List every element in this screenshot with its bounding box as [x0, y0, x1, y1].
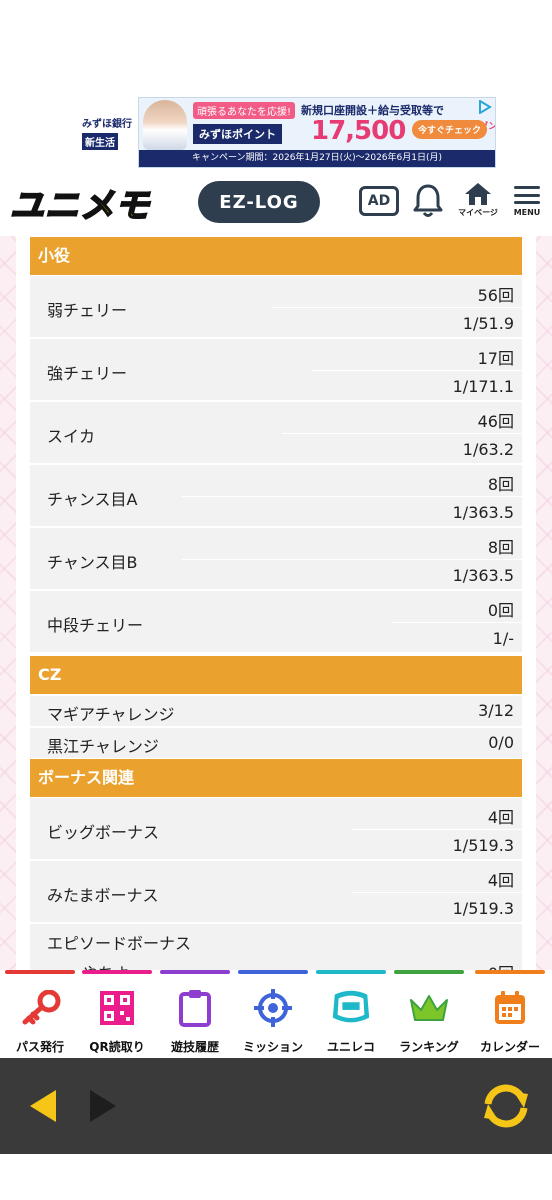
- stat-row: スイカ 46回 1/63.2: [30, 402, 522, 463]
- stat-label: 中段チェリー: [47, 616, 144, 635]
- section-header-bonus: ボーナス関連: [30, 759, 522, 797]
- section-header-koyaku: 小役: [30, 237, 522, 275]
- tab-label: ランキング: [399, 1040, 459, 1054]
- stat-row: マギアチャレンジ 3/12: [30, 696, 522, 726]
- tab-label: ユニレコ: [326, 1040, 375, 1054]
- stat-label: 黒江チャレンジ: [47, 737, 159, 756]
- stat-label: マギアチャレンジ: [47, 705, 175, 724]
- stat-row: チャンス目A 8回 1/363.5: [30, 465, 522, 526]
- stat-probability: 1/363.5: [452, 503, 514, 522]
- app-header: ユニメモ EZ-LOG AD マイページ MENU: [0, 176, 552, 232]
- stat-row: みたまボーナス 4回 1/519.3: [30, 861, 522, 922]
- stat-row: チャンス目B 8回 1/363.5: [30, 528, 522, 589]
- forward-arrow-icon[interactable]: [88, 1088, 118, 1124]
- mypage-button[interactable]: マイページ: [458, 182, 498, 226]
- hamburger-icon: [514, 186, 540, 204]
- stat-row: エピソードボーナス ・やちよ 0回: [30, 924, 522, 970]
- stat-count: 17回: [477, 349, 514, 368]
- stat-label: 強チェリー: [47, 364, 128, 383]
- ad-creative[interactable]: 頑張るあなたを応援! 新規口座開設＋給与受取等で みずほポイント 17,500 …: [138, 97, 496, 168]
- stat-row: ビッグボーナス 4回 1/519.3: [30, 798, 522, 859]
- qr-code-icon: [95, 986, 139, 1030]
- tab-label: ミッション: [242, 1040, 303, 1054]
- bell-icon[interactable]: [412, 183, 444, 219]
- stat-probability: 1/519.3: [452, 899, 514, 918]
- stat-probability: 1/63.2: [462, 440, 514, 459]
- stat-count: 46回: [477, 412, 514, 431]
- ad-life-badge: 新生活: [82, 133, 118, 150]
- tab-label: QR読取り: [89, 1040, 145, 1054]
- adchoices-icon[interactable]: [478, 100, 492, 114]
- stat-count: 4回: [487, 808, 514, 827]
- menu-button[interactable]: MENU: [510, 186, 544, 226]
- stat-value: 3/12: [478, 701, 514, 720]
- tab-mission[interactable]: ミッション: [237, 970, 309, 1058]
- stat-label: エピソードボーナス: [47, 934, 192, 953]
- ez-log-button[interactable]: EZ-LOG: [198, 181, 320, 223]
- ad-banner[interactable]: みずほ銀行 新生活 頑張るあなたを応援! 新規口座開設＋給与受取等で みずほポイ…: [80, 97, 496, 168]
- stat-row: 強チェリー 17回 1/171.1: [30, 339, 522, 400]
- stat-value: 0/0: [488, 733, 514, 752]
- stat-sublabel: ・やちよ: [66, 960, 130, 970]
- stat-probability: 1/363.5: [452, 566, 514, 585]
- ad-period: キャンペーン期間：2026年1月27日(火)〜2026年6月1日(月): [139, 150, 495, 167]
- stat-probability: 1/51.9: [462, 314, 514, 333]
- clipboard-icon: [173, 986, 217, 1030]
- stat-count: 56回: [477, 286, 514, 305]
- stats-content[interactable]: 小役 弱チェリー 56回 1/51.9 強チェリー 17回 1/171.1 スイ…: [0, 236, 552, 970]
- tab-unireco[interactable]: ユニレコ: [315, 970, 387, 1058]
- tab-qr-scan[interactable]: QR読取り: [81, 970, 153, 1058]
- tab-calendar[interactable]: カレンダー: [474, 970, 546, 1058]
- stat-count: 4回: [487, 871, 514, 890]
- tab-pass-issue[interactable]: パス発行: [4, 970, 76, 1058]
- stat-row: 弱チェリー 56回 1/51.9: [30, 276, 522, 337]
- stat-label: ビッグボーナス: [47, 823, 160, 842]
- menu-label: MENU: [513, 208, 541, 217]
- stat-label: 弱チェリー: [47, 301, 128, 320]
- ad-amount: 17,500: [311, 116, 406, 146]
- tab-label: 遊技履歴: [170, 1040, 219, 1054]
- crown-icon: [407, 986, 451, 1030]
- stat-label: チャンス目A: [47, 490, 138, 509]
- ad-tagline: 頑張るあなたを応援!: [193, 102, 296, 119]
- stat-count: 0回: [488, 960, 514, 970]
- bottom-tab-bar: パス発行 QR読取り 遊技履歴 ミッション ユニレコ ランキング カレンダー: [0, 970, 552, 1058]
- system-bottom-area: [0, 1154, 552, 1200]
- ad-point-badge: みずほポイント: [193, 124, 282, 144]
- calendar-icon: [488, 986, 532, 1030]
- stat-count: 8回: [487, 475, 514, 494]
- unireco-logo-icon: [329, 986, 373, 1030]
- app-screen: みずほ銀行 新生活 頑張るあなたを応援! 新規口座開設＋給与受取等で みずほポイ…: [0, 0, 552, 1200]
- reload-icon[interactable]: [478, 1080, 534, 1132]
- ad-cta-button[interactable]: 今すぐチェック: [411, 120, 487, 139]
- stat-label: チャンス目B: [47, 553, 138, 572]
- tab-play-history[interactable]: 遊技履歴: [159, 970, 231, 1058]
- stat-count: 0回: [487, 601, 514, 620]
- stat-label: みたまボーナス: [47, 886, 159, 905]
- app-logo[interactable]: ユニメモ: [9, 182, 150, 227]
- ad-bank-name: みずほ銀行: [82, 119, 132, 130]
- home-icon: [465, 183, 491, 205]
- ad-person-image: [143, 100, 187, 150]
- section-header-cz: CZ: [30, 656, 522, 694]
- browser-nav-bar: [0, 1058, 552, 1154]
- stat-row: 黒江チャレンジ 0/0: [30, 728, 522, 758]
- stat-probability: 1/171.1: [452, 377, 514, 396]
- tab-ranking[interactable]: ランキング: [393, 970, 465, 1058]
- tab-label: カレンダー: [479, 1040, 540, 1054]
- stat-probability: 1/519.3: [452, 836, 514, 855]
- key-icon: [18, 986, 62, 1030]
- target-icon: [251, 986, 295, 1030]
- ad-button[interactable]: AD: [359, 186, 399, 216]
- stat-label: スイカ: [47, 427, 96, 446]
- stat-row: 中段チェリー 0回 1/-: [30, 591, 522, 652]
- stat-count: 8回: [487, 538, 514, 557]
- mypage-label: マイページ: [458, 208, 498, 217]
- logo-text: ユニメモ: [9, 185, 150, 227]
- ad-brand: みずほ銀行 新生活: [80, 97, 138, 168]
- back-arrow-icon[interactable]: [28, 1088, 58, 1124]
- stat-probability: 1/-: [492, 629, 514, 648]
- tab-label: パス発行: [15, 1040, 64, 1054]
